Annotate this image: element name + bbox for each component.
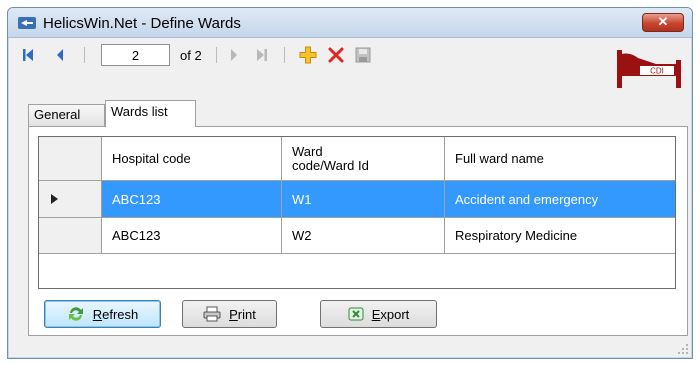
wards-grid[interactable]: Hospital code Ward code/Ward Id Full war… <box>38 136 676 289</box>
title-bar[interactable]: HelicsWin.Net - Define Wards ✕ <box>8 8 692 38</box>
column-header-hospital-code[interactable]: Hospital code <box>102 137 282 181</box>
move-last-button[interactable] <box>254 44 270 66</box>
column-header-label: Ward code/Ward Id <box>292 143 369 173</box>
cell-hospital-code[interactable]: ABC123 <box>102 218 282 254</box>
navigator-toolbar: of 2 <box>8 39 692 71</box>
column-header-label: Hospital code <box>112 150 191 166</box>
column-header-label-line: Ward <box>292 143 323 159</box>
add-new-button[interactable] <box>298 44 318 66</box>
delete-icon <box>328 47 344 63</box>
save-icon <box>355 47 371 63</box>
tab-general[interactable]: General <box>28 104 105 126</box>
move-first-button[interactable] <box>20 44 36 66</box>
refresh-button-label: Refresh <box>92 306 139 322</box>
column-header-full-ward-name[interactable]: Full ward name <box>445 137 675 181</box>
move-next-button[interactable] <box>226 44 242 66</box>
first-icon <box>23 49 33 61</box>
current-row-indicator-icon <box>51 194 58 204</box>
close-button[interactable]: ✕ <box>642 13 684 32</box>
toolbar-separator <box>284 47 285 63</box>
tab-wards-list[interactable]: Wards list <box>105 100 196 127</box>
window-title: HelicsWin.Net - Define Wards <box>43 15 241 32</box>
app-icon <box>18 17 36 29</box>
cell-hospital-code[interactable]: ABC123 <box>102 181 282 218</box>
cdi-logo: CDI <box>617 50 681 88</box>
current-page-input[interactable] <box>101 44 170 66</box>
save-button[interactable] <box>353 44 373 66</box>
logo-text: CDI <box>650 67 664 76</box>
export-button-label: Export <box>371 306 410 322</box>
close-icon: ✕ <box>657 14 669 29</box>
column-header-ward-code[interactable]: Ward code/Ward Id <box>282 137 445 181</box>
column-header-label-line: code/Ward Id <box>292 157 369 173</box>
cell-ward-code[interactable]: W1 <box>282 181 445 218</box>
tab-wards-list-label: Wards list <box>111 104 168 119</box>
move-previous-button[interactable] <box>52 44 68 66</box>
toolbar-separator <box>84 47 85 63</box>
row-header[interactable] <box>39 218 102 254</box>
plus-icon <box>299 46 317 64</box>
cell-full-ward-name[interactable]: Accident and emergency <box>445 181 675 218</box>
resize-grip-icon[interactable] <box>677 343 689 355</box>
define-wards-window: HelicsWin.Net - Define Wards ✕ of 2 <box>7 7 693 359</box>
cell-full-ward-name[interactable]: Respiratory Medicine <box>445 218 675 254</box>
cell-ward-code[interactable]: W2 <box>282 218 445 254</box>
row-header[interactable] <box>39 181 102 218</box>
printer-icon <box>203 306 221 322</box>
print-button[interactable]: Print <box>182 300 277 328</box>
grid-corner-header <box>39 137 102 181</box>
excel-export-icon <box>348 307 364 321</box>
previous-icon <box>57 49 63 61</box>
total-pages-label: of 2 <box>180 48 202 63</box>
print-button-label: Print <box>229 306 256 322</box>
last-icon <box>257 49 267 61</box>
refresh-button[interactable]: Refresh <box>44 300 161 328</box>
export-button[interactable]: Export <box>320 300 437 328</box>
next-icon <box>231 49 237 61</box>
column-header-label: Full ward name <box>455 150 544 166</box>
toolbar-separator <box>216 47 217 63</box>
delete-button[interactable] <box>326 44 346 66</box>
tab-general-label: General <box>34 107 81 122</box>
refresh-icon <box>68 307 83 321</box>
